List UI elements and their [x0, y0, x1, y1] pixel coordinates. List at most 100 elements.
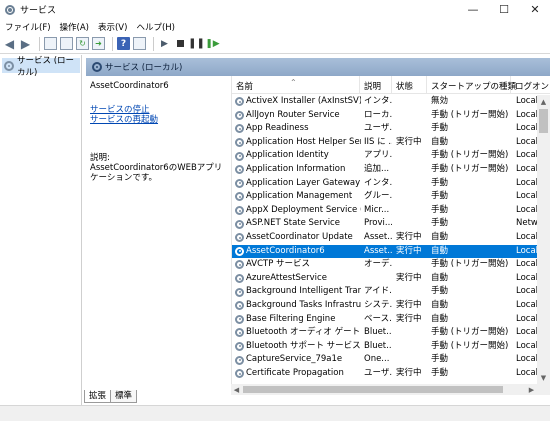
show-hide-console-tree-icon[interactable]: [44, 37, 57, 50]
table-row[interactable]: AssetCoordinator6Asset...実行中自動Local S: [232, 244, 546, 259]
table-row[interactable]: Application Information 追加... 手動 (トリガー開始) L…: [232, 163, 546, 177]
service-name-cell: App Readiness: [235, 122, 361, 136]
tree-item-services-local[interactable]: サービス (ローカル): [2, 56, 80, 78]
scrollbar-thumb[interactable]: [243, 386, 503, 393]
table-row[interactable]: Bluetooth サポート サービス Bluet... 手動 (トリガー開始) Lo…: [232, 340, 546, 354]
horizontal-scrollbar[interactable]: ◀ ▶: [231, 384, 550, 395]
service-name-cell: Background Intelligent Tran...: [235, 285, 361, 299]
table-row[interactable]: Application Host Helper Ser...IIS に ... 実…: [232, 136, 546, 150]
stop-service-link[interactable]: サービスの停止: [90, 105, 228, 115]
service-startup-type: 自動: [431, 231, 449, 242]
menu-bar: ファイル(F) 操作(A) 表示(V) ヘルプ(H): [0, 19, 550, 34]
service-startup-type: 自動: [431, 313, 449, 324]
service-name: App Readiness: [246, 123, 309, 134]
gear-icon: [235, 233, 244, 243]
service-status: 実行中: [396, 245, 422, 256]
scroll-up-icon[interactable]: ▲: [537, 95, 550, 108]
service-startup-type: 手動 (トリガー開始): [431, 109, 509, 120]
start-service-icon[interactable]: ▶: [158, 37, 171, 50]
column-header-status[interactable]: 状態: [392, 76, 427, 94]
gear-icon: [235, 246, 244, 256]
service-description: アイド...: [364, 286, 392, 297]
scroll-right-icon[interactable]: ▶: [526, 384, 537, 395]
restart-service-icon[interactable]: ❚▶: [205, 37, 219, 50]
restart-service-link[interactable]: サービスの再起動: [90, 115, 228, 125]
table-row[interactable]: Bluetooth オーディオ ゲートウェ...Bluet... 手動 (トリガー…: [232, 326, 546, 340]
minimize-button[interactable]: —: [456, 0, 490, 19]
table-row[interactable]: Certificate Propagationユーザ...実行中手動Local …: [232, 367, 546, 381]
menu-help[interactable]: ヘルプ(H): [131, 21, 179, 33]
service-description: One...: [364, 354, 390, 365]
show-action-pane-icon[interactable]: [133, 37, 146, 50]
gear-icon: [235, 206, 244, 216]
gear-icon: [92, 62, 102, 72]
table-row[interactable]: AssetCoordinator UpdateAsset...実行中自動Loca…: [232, 231, 546, 245]
close-button[interactable]: ✕: [518, 0, 550, 19]
service-startup-type: 手動: [431, 123, 449, 134]
service-description: Asset...: [364, 231, 392, 242]
column-header-description[interactable]: 説明: [360, 76, 392, 94]
service-status: 実行中: [396, 367, 422, 378]
service-name-cell: ASP.NET State Service: [235, 217, 361, 231]
vertical-scrollbar[interactable]: ▲ ▼: [537, 95, 550, 384]
column-header-name[interactable]: ⌃ 名前: [232, 76, 360, 94]
service-name: ActiveX Installer (AxInstSV): [246, 96, 361, 106]
column-header-startup-type[interactable]: スタートアップの種類: [427, 76, 516, 94]
table-row[interactable]: AVCTP サービスオーデ...手動 (トリガー開始)Local S: [232, 258, 546, 272]
column-header-logon[interactable]: ログオン: [511, 76, 550, 94]
service-name-cell: Application Host Helper Ser...: [235, 136, 361, 150]
tab-standard[interactable]: 標準: [110, 390, 138, 403]
stop-service-icon[interactable]: [177, 40, 184, 47]
help-icon[interactable]: ?: [117, 37, 130, 50]
pause-service-icon[interactable]: ❚❚: [188, 37, 205, 50]
gear-icon: [235, 165, 244, 175]
scrollbar-thumb[interactable]: [539, 109, 548, 133]
service-status: 実行中: [396, 272, 422, 283]
table-row[interactable]: AppX Deployment Service (... Micr... 手動 Loc…: [232, 204, 546, 218]
column-header-label: 名前: [236, 82, 254, 92]
services-pane: サービス (ローカル) AssetCoordinator6 サービスの停止 サー…: [84, 55, 550, 405]
service-name-cell: AppX Deployment Service (...: [235, 204, 361, 218]
service-name-cell: Application Identity: [235, 149, 361, 163]
export-list-icon[interactable]: ➜: [92, 37, 105, 50]
table-row[interactable]: Application Identityアプリ...手動 (トリガー開始)Loc…: [232, 149, 546, 163]
menu-file[interactable]: ファイル(F): [0, 21, 55, 33]
table-row[interactable]: ActiveX Installer (AxInstSV)インタ...無効Loca…: [232, 95, 546, 109]
table-row[interactable]: CaptureService_79a1e One... 手動 Local S: [232, 353, 546, 367]
service-startup-type: 自動: [431, 136, 449, 147]
gear-icon: [235, 355, 244, 365]
table-row[interactable]: Application Managementグルー...手動Local S: [232, 190, 546, 204]
maximize-button[interactable]: ☐: [487, 0, 521, 19]
scroll-left-icon[interactable]: ◀: [231, 384, 242, 395]
console-tree: サービス (ローカル): [0, 55, 82, 405]
services-rows: ActiveX Installer (AxInstSV)インタ...無効Loca…: [232, 95, 546, 381]
table-row[interactable]: App Readinessユーザ...手動Local S: [232, 122, 546, 136]
menu-action[interactable]: 操作(A): [55, 21, 93, 33]
service-startup-type: 手動: [431, 191, 449, 202]
table-row[interactable]: Application Layer Gateway ...インタ...手動Loc…: [232, 177, 546, 191]
status-bar: [0, 405, 550, 421]
selected-service-name: AssetCoordinator6: [90, 81, 169, 91]
properties-icon[interactable]: [60, 37, 73, 50]
back-arrow-icon[interactable]: ◀: [3, 37, 16, 51]
menu-view[interactable]: 表示(V): [93, 21, 131, 33]
tab-extended[interactable]: 拡張: [84, 390, 112, 403]
refresh-icon[interactable]: ↻: [76, 37, 89, 50]
service-name: Application Identity: [246, 150, 329, 161]
service-startup-type: 手動: [431, 177, 449, 188]
sort-ascending-icon: ⌃: [290, 78, 297, 87]
table-row[interactable]: Base Filtering Engineベース...実行中自動Local S: [232, 313, 546, 327]
table-row[interactable]: Background Intelligent Tran...アイド...手動Lo…: [232, 285, 546, 299]
service-description: ユーザ...: [364, 367, 392, 378]
table-row[interactable]: Background Tasks Infrastruc...システ... 実行中自…: [232, 299, 546, 313]
service-startup-type: 手動: [431, 354, 449, 365]
service-description: 追加...: [364, 163, 390, 174]
service-name: AssetCoordinator Update: [246, 231, 353, 242]
service-name: AssetCoordinator6: [246, 245, 325, 256]
table-row[interactable]: ASP.NET State Service Provi... 手動 Networ: [232, 217, 546, 231]
table-row[interactable]: AzureAttestService 実行中 自動 Local S: [232, 272, 546, 286]
forward-arrow-icon[interactable]: ▶: [19, 37, 32, 51]
gear-icon: [235, 151, 244, 161]
table-row[interactable]: AllJoyn Router Serviceローカ...手動 (トリガー開始)L…: [232, 109, 546, 123]
scroll-down-icon[interactable]: ▼: [537, 371, 550, 384]
